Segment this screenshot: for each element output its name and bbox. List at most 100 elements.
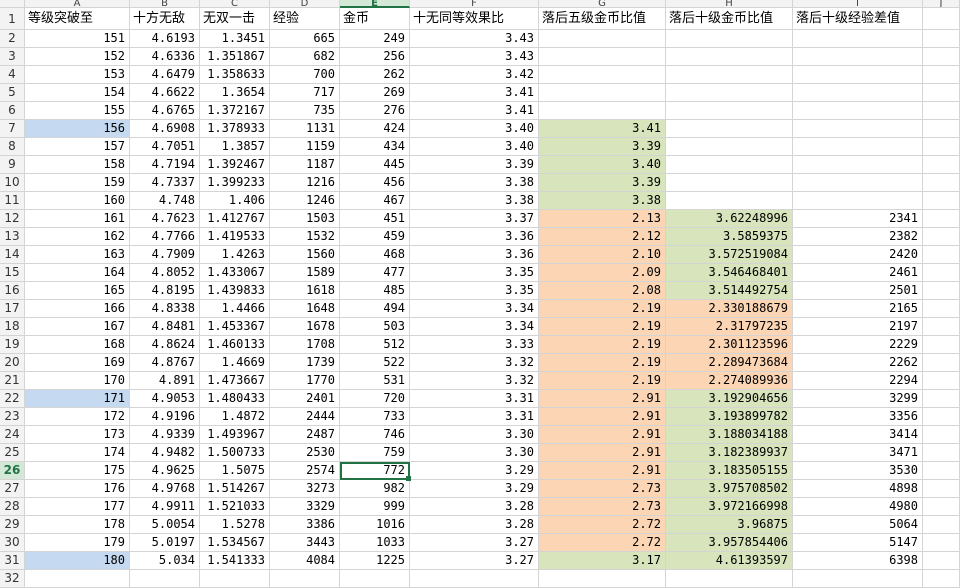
cell-G3[interactable] xyxy=(539,48,666,66)
cell-D20[interactable]: 1739 xyxy=(270,354,340,372)
cell-A20[interactable]: 169 xyxy=(25,354,130,372)
cell-F24[interactable]: 3.30 xyxy=(410,426,539,444)
cell-E25[interactable]: 759 xyxy=(340,444,410,462)
cell-J6[interactable] xyxy=(923,102,960,120)
cell-A25[interactable]: 174 xyxy=(25,444,130,462)
column-header-I[interactable]: I xyxy=(793,0,923,8)
cell-G8[interactable]: 3.39 xyxy=(539,138,666,156)
cell-J29[interactable] xyxy=(923,516,960,534)
cell-F18[interactable]: 3.34 xyxy=(410,318,539,336)
column-header-A[interactable]: A xyxy=(25,0,130,8)
cell-C31[interactable]: 1.541333 xyxy=(200,552,270,570)
cell-A3[interactable]: 152 xyxy=(25,48,130,66)
row-header-9[interactable]: 9 xyxy=(0,156,25,174)
cell-B32[interactable] xyxy=(130,570,200,588)
cell-J2[interactable] xyxy=(923,30,960,48)
cell-I2[interactable] xyxy=(793,30,923,48)
cell-F8[interactable]: 3.40 xyxy=(410,138,539,156)
cell-E21[interactable]: 531 xyxy=(340,372,410,390)
cell-D6[interactable]: 735 xyxy=(270,102,340,120)
cell-A15[interactable]: 164 xyxy=(25,264,130,282)
cell-J3[interactable] xyxy=(923,48,960,66)
row-header-23[interactable]: 23 xyxy=(0,408,25,426)
cell-I24[interactable]: 3414 xyxy=(793,426,923,444)
cell-B24[interactable]: 4.9339 xyxy=(130,426,200,444)
cell-H8[interactable] xyxy=(666,138,793,156)
cell-A16[interactable]: 165 xyxy=(25,282,130,300)
cell-G7[interactable]: 3.41 xyxy=(539,120,666,138)
row-header-31[interactable]: 31 xyxy=(0,552,25,570)
cell-E28[interactable]: 999 xyxy=(340,498,410,516)
cell-J32[interactable] xyxy=(923,570,960,588)
row-header-24[interactable]: 24 xyxy=(0,426,25,444)
cell-D19[interactable]: 1708 xyxy=(270,336,340,354)
cell-D23[interactable]: 2444 xyxy=(270,408,340,426)
cell-A21[interactable]: 170 xyxy=(25,372,130,390)
cell-J10[interactable] xyxy=(923,174,960,192)
cell-B19[interactable]: 4.8624 xyxy=(130,336,200,354)
header-cell-I[interactable]: 落后十级经验差值 xyxy=(793,8,923,30)
cell-C19[interactable]: 1.460133 xyxy=(200,336,270,354)
cell-B17[interactable]: 4.8338 xyxy=(130,300,200,318)
cell-G26[interactable]: 2.91 xyxy=(539,462,666,480)
cell-B16[interactable]: 4.8195 xyxy=(130,282,200,300)
cell-B21[interactable]: 4.891 xyxy=(130,372,200,390)
cell-D13[interactable]: 1532 xyxy=(270,228,340,246)
cell-B3[interactable]: 4.6336 xyxy=(130,48,200,66)
cell-C4[interactable]: 1.358633 xyxy=(200,66,270,84)
cell-B14[interactable]: 4.7909 xyxy=(130,246,200,264)
cell-E2[interactable]: 249 xyxy=(340,30,410,48)
cell-I15[interactable]: 2461 xyxy=(793,264,923,282)
cell-I27[interactable]: 4898 xyxy=(793,480,923,498)
cell-A24[interactable]: 173 xyxy=(25,426,130,444)
cell-J16[interactable] xyxy=(923,282,960,300)
cell-F10[interactable]: 3.38 xyxy=(410,174,539,192)
cell-C2[interactable]: 1.3451 xyxy=(200,30,270,48)
cell-I19[interactable]: 2229 xyxy=(793,336,923,354)
cell-D18[interactable]: 1678 xyxy=(270,318,340,336)
cell-D29[interactable]: 3386 xyxy=(270,516,340,534)
cell-I5[interactable] xyxy=(793,84,923,102)
cell-D11[interactable]: 1246 xyxy=(270,192,340,210)
row-header-6[interactable]: 6 xyxy=(0,102,25,120)
row-header-14[interactable]: 14 xyxy=(0,246,25,264)
cell-F28[interactable]: 3.28 xyxy=(410,498,539,516)
header-cell-D[interactable]: 经验 xyxy=(270,8,340,30)
cell-H18[interactable]: 2.31797235 xyxy=(666,318,793,336)
cell-C21[interactable]: 1.473667 xyxy=(200,372,270,390)
cell-F7[interactable]: 3.40 xyxy=(410,120,539,138)
cell-A8[interactable]: 157 xyxy=(25,138,130,156)
cell-C18[interactable]: 1.453367 xyxy=(200,318,270,336)
cell-E3[interactable]: 256 xyxy=(340,48,410,66)
cell-J15[interactable] xyxy=(923,264,960,282)
cell-H5[interactable] xyxy=(666,84,793,102)
header-cell-B[interactable]: 十方无敌 xyxy=(130,8,200,30)
row-header-8[interactable]: 8 xyxy=(0,138,25,156)
cell-F26[interactable]: 3.29 xyxy=(410,462,539,480)
cell-C29[interactable]: 1.5278 xyxy=(200,516,270,534)
cell-E17[interactable]: 494 xyxy=(340,300,410,318)
cell-B8[interactable]: 4.7051 xyxy=(130,138,200,156)
cell-G13[interactable]: 2.12 xyxy=(539,228,666,246)
cell-I6[interactable] xyxy=(793,102,923,120)
cell-F6[interactable]: 3.41 xyxy=(410,102,539,120)
cell-G30[interactable]: 2.72 xyxy=(539,534,666,552)
cell-G19[interactable]: 2.19 xyxy=(539,336,666,354)
spreadsheet-grid[interactable]: A B C D E F G H I J 1 等级突破至 十方无敌 无双一击 经验 金币 十无同等效果比 落后五级金… xyxy=(0,0,960,588)
cell-G11[interactable]: 3.38 xyxy=(539,192,666,210)
row-header-28[interactable]: 28 xyxy=(0,498,25,516)
cell-A22[interactable]: 171 xyxy=(25,390,130,408)
cell-H27[interactable]: 3.975708502 xyxy=(666,480,793,498)
column-header-E[interactable]: E xyxy=(340,0,410,8)
cell-G25[interactable]: 2.91 xyxy=(539,444,666,462)
cell-J18[interactable] xyxy=(923,318,960,336)
row-header-19[interactable]: 19 xyxy=(0,336,25,354)
cell-G28[interactable]: 2.73 xyxy=(539,498,666,516)
cell-H22[interactable]: 3.192904656 xyxy=(666,390,793,408)
row-header-21[interactable]: 21 xyxy=(0,372,25,390)
cell-F29[interactable]: 3.28 xyxy=(410,516,539,534)
cell-E12[interactable]: 451 xyxy=(340,210,410,228)
cell-C5[interactable]: 1.3654 xyxy=(200,84,270,102)
cell-A12[interactable]: 161 xyxy=(25,210,130,228)
cell-A32[interactable] xyxy=(25,570,130,588)
